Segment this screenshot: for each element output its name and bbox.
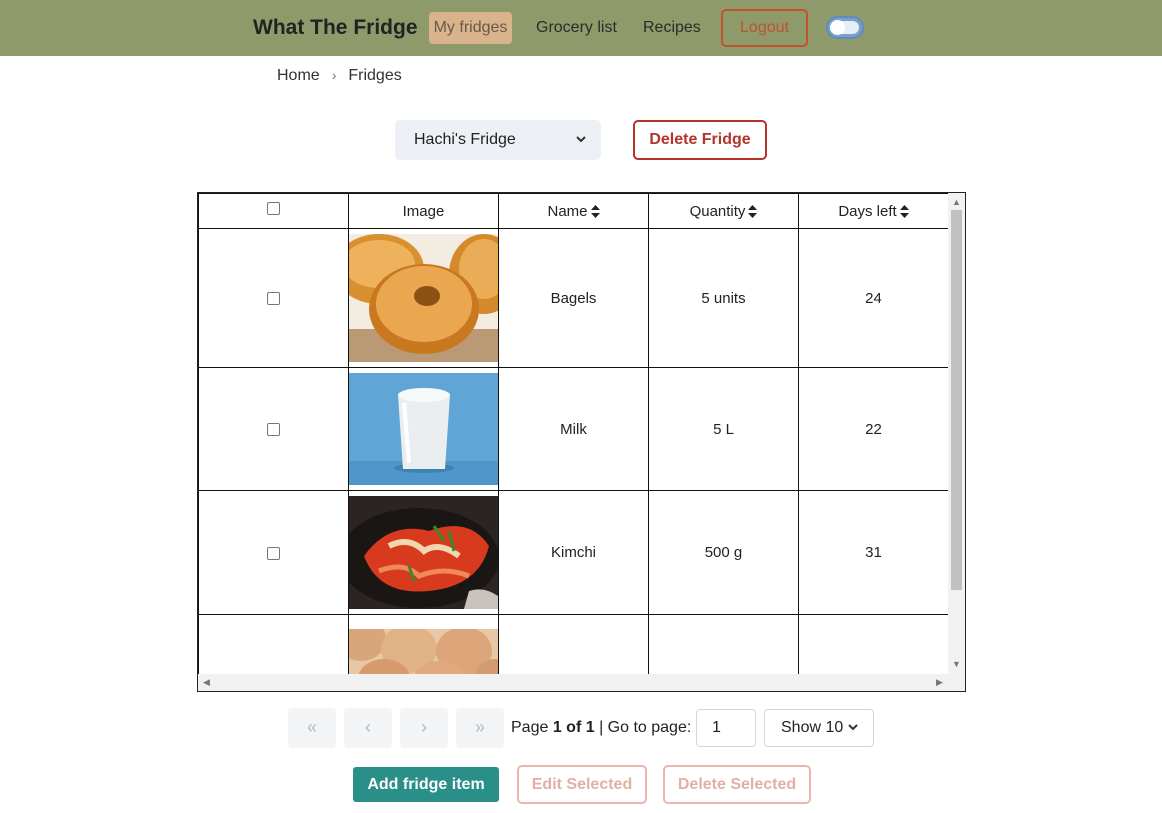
- page-size-select[interactable]: Show 10: [764, 709, 874, 747]
- nav-link-recipes[interactable]: Recipes: [639, 12, 705, 44]
- breadcrumb-separator-icon: ›: [331, 67, 337, 83]
- table-row: Bagels 5 units 24: [198, 228, 949, 368]
- fridge-items-table: Image Name Quantity Days left Bagels 5 u…: [197, 192, 966, 692]
- header-quantity-label: Quantity: [689, 202, 746, 220]
- breadcrumb-home[interactable]: Home: [277, 67, 320, 84]
- item-name: Bagels: [550, 289, 597, 307]
- image-cell: [348, 228, 499, 368]
- nav-link-my-fridges[interactable]: My fridges: [429, 12, 512, 44]
- quantity-cell: 500 g: [648, 490, 799, 615]
- days-left-cell: 24: [798, 228, 949, 368]
- toggle-knob: [830, 20, 845, 35]
- delete-fridge-button[interactable]: Delete Fridge: [633, 120, 767, 160]
- days-left-cell: 31: [798, 490, 949, 615]
- sort-icon[interactable]: [590, 205, 600, 219]
- chevron-down-icon: [847, 710, 859, 760]
- nav-link-grocery-list[interactable]: Grocery list: [532, 12, 621, 44]
- milk-image: [349, 373, 498, 485]
- sort-icon[interactable]: [899, 205, 909, 219]
- quantity-cell: 5 units: [648, 228, 799, 368]
- scroll-left-icon[interactable]: ◀: [203, 677, 210, 688]
- logout-button[interactable]: Logout: [721, 9, 808, 47]
- select-all-checkbox[interactable]: [267, 202, 280, 216]
- row-checkbox[interactable]: [267, 423, 280, 437]
- item-quantity: 5 L: [713, 420, 734, 438]
- vertical-scrollbar[interactable]: ▲ ▼: [948, 193, 965, 675]
- item-days-left: 22: [865, 420, 882, 438]
- brand-title[interactable]: What The Fridge: [253, 16, 418, 40]
- header-name[interactable]: Name: [498, 193, 649, 229]
- header-days-left-label: Days left: [838, 202, 897, 220]
- image-cell: [348, 490, 499, 615]
- navbar: What The Fridge My fridges Grocery list …: [0, 0, 1162, 56]
- first-page-button[interactable]: «: [288, 708, 336, 748]
- goto-page-input[interactable]: 1: [696, 709, 756, 747]
- theme-toggle[interactable]: [826, 16, 864, 39]
- chevron-down-icon: [575, 120, 587, 176]
- quantity-cell: 5 L: [648, 367, 799, 491]
- name-cell: Milk: [498, 367, 649, 491]
- row-checkbox-cell: [198, 490, 349, 615]
- row-checkbox-cell: [198, 228, 349, 368]
- days-left-cell: 22: [798, 367, 949, 491]
- header-name-label: Name: [547, 202, 588, 220]
- page-value: 1 of 1: [552, 719, 595, 736]
- horizontal-scrollbar[interactable]: ◀ ▶: [198, 674, 965, 691]
- kimchi-image: [349, 496, 498, 609]
- table-header-row: Image Name Quantity Days left: [198, 193, 949, 229]
- breadcrumb: Home › Fridges: [277, 67, 402, 85]
- table-row: Milk 5 L 22: [198, 367, 949, 491]
- goto-label: | Go to page:: [599, 719, 692, 736]
- row-checkbox[interactable]: [267, 546, 280, 560]
- item-days-left: 31: [865, 544, 882, 561]
- fridge-select-value: Hachi's Fridge: [414, 131, 516, 148]
- scroll-down-icon[interactable]: ▼: [952, 659, 961, 669]
- next-page-button[interactable]: ›: [400, 708, 448, 748]
- item-days-left: 24: [865, 289, 882, 307]
- header-image-label: Image: [402, 202, 445, 220]
- vertical-scroll-thumb[interactable]: [951, 210, 962, 590]
- add-fridge-item-button[interactable]: Add fridge item: [353, 767, 499, 802]
- header-quantity[interactable]: Quantity: [648, 193, 799, 229]
- header-image: Image: [348, 193, 499, 229]
- row-checkbox-cell: [198, 367, 349, 491]
- edit-selected-button[interactable]: Edit Selected: [517, 765, 647, 804]
- bagels-image: [349, 234, 498, 362]
- page-label: Page: [511, 719, 549, 736]
- delete-selected-button[interactable]: Delete Selected: [663, 765, 811, 804]
- header-days-left[interactable]: Days left: [798, 193, 949, 229]
- prev-page-button[interactable]: ‹: [344, 708, 392, 748]
- table-row: Kimchi 500 g 31: [198, 490, 949, 615]
- header-select-all: [198, 193, 349, 229]
- item-quantity: 500 g: [704, 544, 743, 561]
- name-cell: Kimchi: [498, 490, 649, 615]
- last-page-button[interactable]: »: [456, 708, 504, 748]
- scroll-right-icon[interactable]: ▶: [936, 677, 943, 688]
- fridge-select[interactable]: Hachi's Fridge: [395, 120, 601, 160]
- name-cell: Bagels: [498, 228, 649, 368]
- breadcrumb-fridges: Fridges: [348, 67, 402, 84]
- item-name: Milk: [560, 420, 587, 438]
- page-size-value: Show 10: [781, 719, 844, 736]
- row-checkbox[interactable]: [267, 292, 280, 306]
- items-table: Image Name Quantity Days left Bagels 5 u…: [198, 193, 949, 685]
- sort-icon[interactable]: [748, 205, 758, 219]
- image-cell: [348, 367, 499, 491]
- item-quantity: 5 units: [701, 289, 746, 307]
- scroll-up-icon[interactable]: ▲: [952, 197, 961, 207]
- item-name: Kimchi: [550, 544, 596, 561]
- page-info: Page 1 of 1 | Go to page:: [511, 719, 691, 737]
